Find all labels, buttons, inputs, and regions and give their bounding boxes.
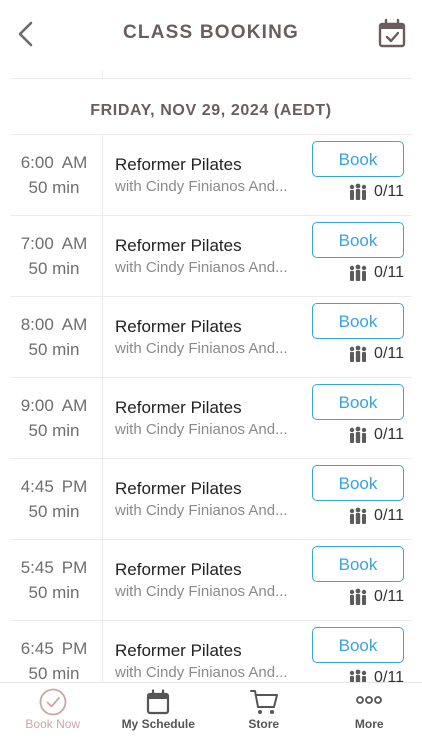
class-row: 9:00 AM 50 min Reformer Pilates with Cind… [0,378,422,459]
capacity-count: 0/11 [374,669,404,682]
capacity-count: 0/11 [374,507,404,524]
class-duration: 50 min [28,421,80,440]
capacity: 0/11 [348,182,404,202]
tab-store[interactable]: Store [211,683,317,750]
class-name: Reformer Pilates [115,398,242,417]
capacity-count: 0/11 [374,588,404,605]
class-instructor: with Cindy Finianos And... [115,178,288,195]
tab-book-now[interactable]: Book Now [0,683,106,750]
class-name: Reformer Pilates [115,317,242,336]
divider [10,78,412,79]
class-name: Reformer Pilates [115,641,242,660]
book-button[interactable]: Book [312,141,404,177]
class-row: 8:00 AM 50 min Reformer Pilates with Cind… [0,297,422,378]
class-row: 6:00 AM 50 min Reformer Pilates with Cind… [0,135,422,216]
group-people-icon [349,426,367,443]
class-time: 9:00 AM [20,396,88,415]
class-instructor: with Cindy Finianos And... [115,259,288,276]
group-people-icon [349,264,367,281]
calendar-icon [147,689,170,715]
class-instructor: with Cindy Finianos And... [115,421,288,438]
app-header: CLASS BOOKING [0,0,422,70]
capacity-count: 0/11 [374,345,404,362]
class-row: 5:45 PM 50 min Reformer Pilates with Cind… [0,540,422,621]
class-name: Reformer Pilates [115,236,242,255]
book-button[interactable]: Book [312,384,404,420]
class-time: 8:00 AM [20,315,88,334]
class-time: 5:45 PM [20,558,88,577]
capacity: 0/11 [348,668,404,682]
class-row: 4:45 PM 50 min Reformer Pilates with Cind… [0,459,422,540]
class-instructor: with Cindy Finianos And... [115,664,288,681]
class-duration: 50 min [28,340,80,359]
calendar-check-icon[interactable] [378,18,406,48]
group-people-icon [349,588,367,605]
tab-label: Store [248,717,280,731]
book-button[interactable]: Book [312,546,404,582]
book-button[interactable]: Book [312,222,404,258]
check-circle-icon [39,688,67,716]
bottom-tab-bar: Book Now My Schedule Store More [0,682,422,750]
class-time: 7:00 AM [20,234,88,253]
class-time: 6:45 PM [20,639,88,658]
class-time: 6:00 AM [20,153,88,172]
group-people-icon [349,345,367,362]
tab-label: More [354,717,384,731]
class-duration: 50 min [28,664,80,682]
capacity: 0/11 [348,587,404,607]
capacity: 0/11 [348,263,404,283]
more-dots-icon [356,696,383,704]
capacity-count: 0/11 [374,426,404,443]
book-button[interactable]: Book [312,465,404,501]
capacity: 0/11 [348,425,404,445]
class-name: Reformer Pilates [115,560,242,579]
class-time: 4:45 PM [20,477,88,496]
class-instructor: with Cindy Finianos And... [115,502,288,519]
class-row: 7:00 AM 50 min Reformer Pilates with Cind… [0,216,422,297]
class-duration: 50 min [28,259,80,278]
date-header: FRIDAY, NOV 29, 2024 (AEDT) [90,102,332,119]
class-duration: 50 min [28,502,80,521]
capacity-count: 0/11 [374,183,404,200]
tab-my-schedule[interactable]: My Schedule [106,683,212,750]
book-button[interactable]: Book [312,627,404,663]
group-people-icon [349,669,367,682]
capacity: 0/11 [348,506,404,526]
tab-more[interactable]: More [317,683,422,750]
class-instructor: with Cindy Finianos And... [115,583,288,600]
class-row: 6:45 PM 50 min Reformer Pilates with Cind… [0,621,422,682]
capacity: 0/11 [348,344,404,364]
capacity-count: 0/11 [374,264,404,281]
cart-icon [249,690,278,714]
group-people-icon [349,183,367,200]
class-name: Reformer Pilates [115,155,242,174]
class-instructor: with Cindy Finianos And... [115,340,288,357]
book-button[interactable]: Book [312,303,404,339]
tab-label: Book Now [25,717,81,731]
group-people-icon [349,507,367,524]
page-title: CLASS BOOKING [122,22,300,43]
class-name: Reformer Pilates [115,479,242,498]
class-duration: 50 min [28,178,80,197]
class-list[interactable]: FRIDAY, NOV 29, 2024 (AEDT) 6:00 AM 50 mi… [0,70,422,682]
tab-label: My Schedule [121,717,195,731]
class-duration: 50 min [28,583,80,602]
